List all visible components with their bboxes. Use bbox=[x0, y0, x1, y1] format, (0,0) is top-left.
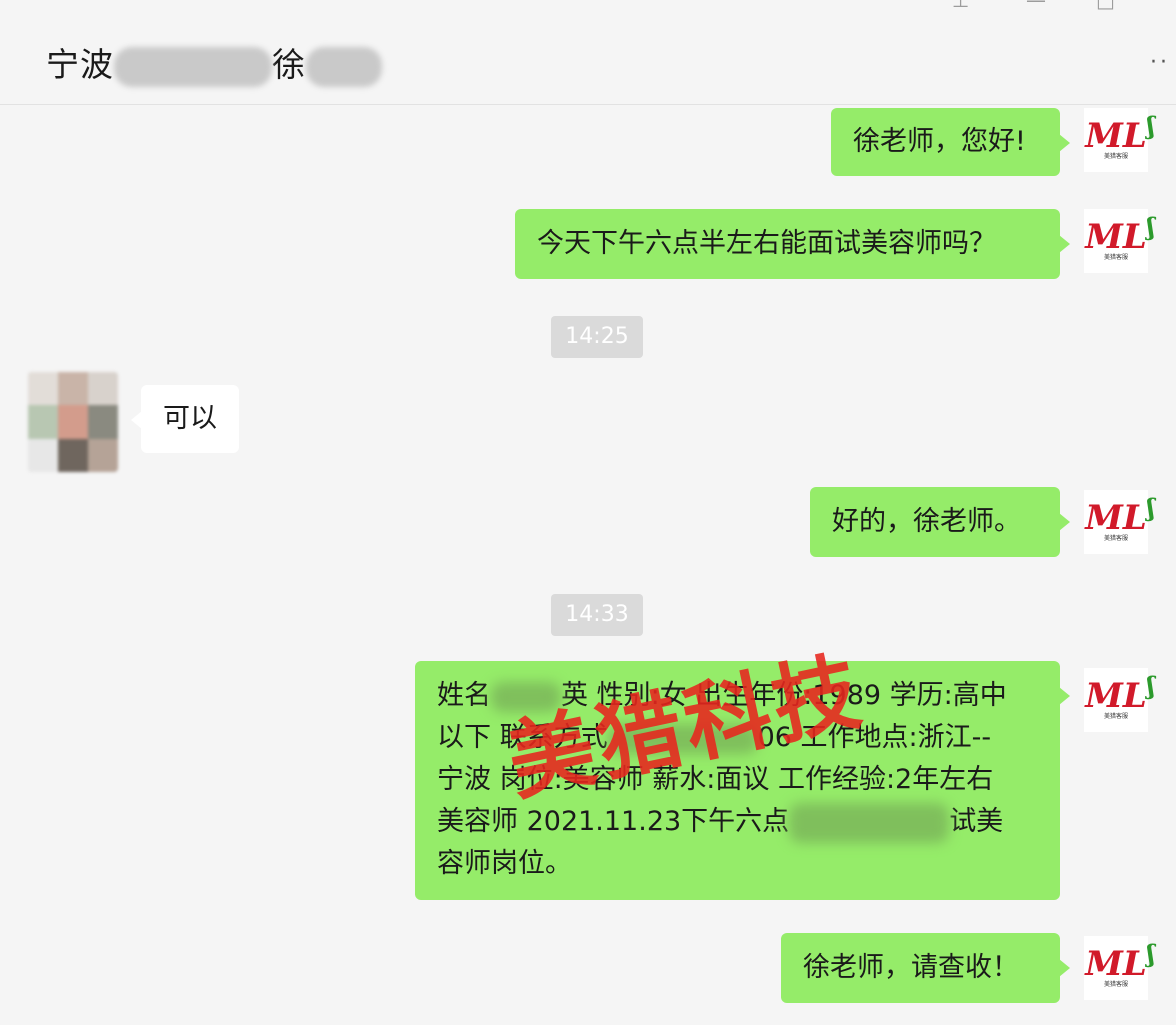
message-bubble-received[interactable]: 可以 bbox=[131, 385, 239, 453]
message-bubble-sent[interactable]: 好的，徐老师。 bbox=[810, 487, 1070, 557]
sender-avatar[interactable]: ML ʃ 美猎客服 bbox=[1084, 108, 1155, 172]
blurred-name-redaction bbox=[114, 46, 272, 87]
sender-avatar[interactable]: ML ʃ 美猎客服 bbox=[1084, 936, 1155, 1000]
brand-logo-icon: ML ʃ bbox=[1085, 670, 1155, 716]
more-options-icon[interactable]: ·· bbox=[1150, 50, 1170, 75]
timestamp: 14:33 bbox=[551, 594, 643, 636]
chat-title: 宁波 徐 bbox=[46, 38, 382, 87]
brand-logo-icon: ML ʃ bbox=[1085, 938, 1155, 984]
chat-title-suffix: 徐 bbox=[272, 45, 306, 84]
brand-logo-icon: ML ʃ bbox=[1085, 492, 1155, 538]
message-line: 容师岗位。 bbox=[437, 848, 572, 879]
message-text: 好的，徐老师。 bbox=[832, 506, 1021, 537]
blurred-name-redaction bbox=[306, 46, 382, 87]
message-bubble-sent[interactable]: 徐老师，请查收！ bbox=[781, 933, 1070, 1003]
chat-header: 宁波 徐 ⊥ — □ ·· bbox=[0, 0, 1176, 105]
message-bubble-sent[interactable]: 徐老师，您好! bbox=[831, 108, 1070, 176]
message-text: 可以 bbox=[163, 403, 217, 434]
redaction-blur bbox=[789, 802, 950, 843]
chat-title-prefix: 宁波 bbox=[46, 45, 114, 84]
sender-avatar[interactable]: ML ʃ 美猎客服 bbox=[1084, 490, 1155, 554]
brand-logo-icon: ML ʃ bbox=[1085, 211, 1155, 257]
maximize-icon[interactable]: □ bbox=[1096, 0, 1115, 12]
sender-avatar[interactable]: ML ʃ 美猎客服 bbox=[1084, 668, 1155, 732]
sender-avatar[interactable]: ML ʃ 美猎客服 bbox=[1084, 209, 1155, 273]
brand-logo-icon: ML ʃ bbox=[1085, 110, 1155, 156]
minimize-icon[interactable]: — bbox=[1026, 0, 1046, 12]
pin-icon[interactable]: ⊥ bbox=[952, 0, 969, 12]
message-text: 徐老师，您好! bbox=[853, 126, 1026, 157]
message-text: 今天下午六点半左右能面试美容师吗？ bbox=[537, 228, 996, 259]
contact-avatar[interactable] bbox=[28, 372, 118, 472]
message-bubble-sent[interactable]: 今天下午六点半左右能面试美容师吗？ bbox=[515, 209, 1070, 279]
message-text: 徐老师，请查收！ bbox=[803, 952, 1019, 983]
timestamp: 14:25 bbox=[551, 316, 643, 358]
